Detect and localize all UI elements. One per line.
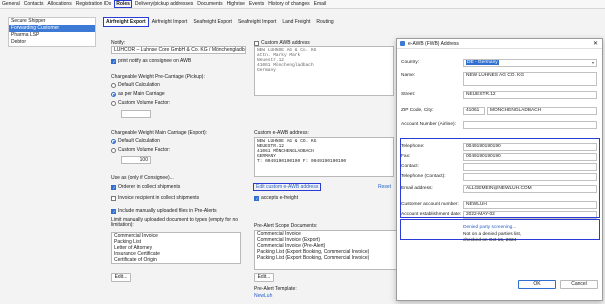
prealert-docs-edit-button[interactable]: Edit... bbox=[254, 273, 274, 282]
main-carriage-option-label: Custom Volume Factor: bbox=[118, 147, 171, 153]
prealert-docs-heading: Pre-Alert Scope Documents: bbox=[254, 223, 318, 229]
main-carriage-option[interactable]: Default Calculation bbox=[111, 138, 160, 144]
pre-carriage-option[interactable]: Custom Volume Factor: bbox=[111, 100, 170, 106]
pre-carriage-option-label: as per Main Carriage bbox=[118, 91, 165, 97]
dialog-field-label: Country: bbox=[401, 60, 420, 65]
country-select[interactable]: DE - Germany ▾ bbox=[463, 59, 597, 67]
custom-ewaddress-label: Custom e-AWB address: bbox=[254, 130, 309, 136]
custom-ewaddress-textarea: NEW LUHNSE AG & CO. KG NEUESTR.12 41061 … bbox=[254, 137, 394, 177]
top-tab-delivery-pickup-addresses[interactable]: Delivery/pickup addresses bbox=[135, 1, 193, 7]
checkbox-icon bbox=[111, 195, 116, 201]
role-item[interactable]: Secure Shipper bbox=[9, 18, 95, 25]
dialog-field-label: ZIP Code, City: bbox=[401, 108, 434, 113]
prealert-template-label: Pre-Alert Template: bbox=[254, 286, 297, 292]
checkbox-icon bbox=[254, 40, 259, 46]
reset-link[interactable]: Reset bbox=[378, 184, 391, 190]
use-as-heading: Use as (only if Consignee)... bbox=[111, 175, 174, 181]
invoice-recipient-checkbox[interactable]: Invoice recipient in collect shipments bbox=[111, 195, 199, 201]
custom-awb-textarea[interactable]: NEW LUHNSE AG & Co. KG attn. Marky Mark … bbox=[254, 46, 394, 96]
pre-carriage-heading: Chargeable Weight Pre-Carriage (Pickup): bbox=[111, 74, 205, 80]
pre-factor-input[interactable] bbox=[121, 110, 151, 118]
top-tab-general[interactable]: General bbox=[2, 1, 20, 7]
limit-docs-list[interactable]: Commercial Invoice Packing List Letter of … bbox=[111, 232, 241, 264]
freight-subtabs: Airfreight Export Airfreight Import Seafre… bbox=[103, 17, 337, 27]
pre-carriage-option[interactable]: Default Calculation bbox=[111, 82, 160, 88]
include-uploaded-checkbox[interactable]: Include manually uploaded files in Pre-A… bbox=[111, 208, 217, 214]
main-carriage-option[interactable]: Custom Volume Factor: bbox=[111, 147, 170, 153]
radio-icon bbox=[111, 82, 116, 88]
orderer-checkbox[interactable]: Orderer in collect shipments bbox=[111, 184, 180, 190]
cancel-button[interactable]: Cancel bbox=[560, 280, 598, 289]
subtab-land-freight[interactable]: Land Freight bbox=[279, 17, 313, 27]
edit-ewaddress-link[interactable]: Edit custom e-AWB address bbox=[252, 183, 322, 191]
radio-icon bbox=[111, 147, 116, 153]
pre-carriage-option-label: Custom Volume Factor: bbox=[118, 100, 171, 106]
dialog-field-input[interactable] bbox=[463, 121, 597, 129]
list-item[interactable]: Packing List (Export Booking, Commercial… bbox=[255, 255, 398, 261]
notify-input[interactable]: LUHCOR – Luhnse Core GmbH & Co. KG / Mön… bbox=[111, 46, 246, 54]
main-carriage-option-label: Default Calculation bbox=[118, 138, 160, 144]
zip-code-input[interactable]: 41061 bbox=[463, 107, 485, 115]
main-factor-input[interactable]: 100 bbox=[121, 156, 151, 164]
dialog-titlebar: e-AWB (FWB) Address ✕ bbox=[397, 39, 602, 49]
roles-list: Secure Shipper Forwarding Customer Pharma … bbox=[8, 17, 96, 47]
checkbox-icon bbox=[111, 184, 116, 190]
dialog-field-label: Street: bbox=[401, 92, 416, 97]
checkbox-icon bbox=[254, 195, 259, 201]
denied-party-screening-link[interactable]: Denied party screening... bbox=[463, 225, 516, 230]
subtab-seafreight-export[interactable]: Seafreight Export bbox=[190, 17, 235, 27]
top-tab-history-of-changes[interactable]: History of changes bbox=[268, 1, 309, 7]
top-tab-email[interactable]: Email bbox=[314, 1, 327, 7]
chevron-down-icon[interactable]: ▾ bbox=[592, 60, 594, 66]
top-tab-events[interactable]: Events bbox=[249, 1, 264, 7]
radio-icon bbox=[111, 91, 116, 97]
dialog-field-label: Account Number (Airline): bbox=[401, 122, 456, 127]
main-carriage-heading: Chargeable Weight Main Carriage (Export)… bbox=[111, 130, 208, 136]
dialog-field-label: Name: bbox=[401, 73, 416, 78]
radio-icon bbox=[111, 100, 116, 106]
limit-docs-edit-button[interactable]: Edit... bbox=[111, 273, 131, 282]
pre-carriage-option-label: Default Calculation bbox=[118, 82, 160, 88]
role-item[interactable]: Pharma LSP bbox=[9, 32, 95, 39]
checkbox-icon bbox=[111, 208, 116, 214]
eawb-address-dialog: e-AWB (FWB) Address ✕ Country: DE - Germa… bbox=[396, 38, 603, 301]
top-tabs: General Contacts Allocations Registration I… bbox=[0, 0, 605, 9]
prealert-docs-list[interactable]: Commercial Invoice Commercial Invoice (Ex… bbox=[254, 230, 399, 270]
app-icon bbox=[400, 41, 405, 46]
dialog-title: e-AWB (FWB) Address bbox=[408, 40, 459, 47]
dialog-field-input[interactable]: NEW LUHNES AG CO. KG bbox=[463, 72, 597, 86]
print-notify-checkbox[interactable]: print notify as consignee on AWB bbox=[111, 58, 191, 64]
ok-button[interactable]: OK bbox=[518, 280, 556, 289]
denied-party-status: Not on a denied parties list, checked on… bbox=[463, 232, 522, 243]
top-tab-allocations[interactable]: Allocations bbox=[48, 1, 72, 7]
checkbox-icon bbox=[111, 58, 116, 64]
prealert-template-link[interactable]: NewLuh bbox=[254, 293, 272, 299]
top-tab-roles[interactable]: Roles bbox=[114, 0, 132, 8]
country-selected-value: DE - Germany bbox=[466, 60, 499, 65]
top-tab-registration-ids[interactable]: Registration IDs bbox=[76, 1, 112, 7]
limit-docs-heading: Limit manually uploaded document to type… bbox=[111, 217, 239, 228]
top-tab-documents[interactable]: Documents bbox=[197, 1, 222, 7]
subtab-seafreight-import[interactable]: Seafreight Import bbox=[235, 17, 279, 27]
role-item[interactable]: Forwarding Customer bbox=[9, 25, 95, 32]
contact-group-highlight bbox=[400, 138, 600, 218]
accepts-efreight-checkbox[interactable]: accepts e-freight bbox=[254, 195, 298, 201]
top-tab-contacts[interactable]: Contacts bbox=[24, 1, 44, 7]
subtab-airfreight-export[interactable]: Airfreight Export bbox=[103, 17, 149, 27]
pre-carriage-option[interactable]: as per Main Carriage bbox=[111, 91, 165, 97]
close-icon[interactable]: ✕ bbox=[593, 40, 598, 47]
list-item[interactable]: Certificate of Origin bbox=[112, 257, 240, 263]
top-tab-highrise[interactable]: Highrise bbox=[227, 1, 245, 7]
dialog-field-input[interactable]: NEUESTR.12 bbox=[463, 91, 597, 99]
radio-icon bbox=[111, 138, 116, 144]
role-item[interactable]: Debtor bbox=[9, 39, 95, 46]
city-input[interactable]: MONCHENGLADBACH bbox=[487, 107, 597, 115]
subtab-airfreight-import[interactable]: Airfreight Import bbox=[149, 17, 191, 27]
subtab-routing[interactable]: Routing bbox=[313, 17, 336, 27]
